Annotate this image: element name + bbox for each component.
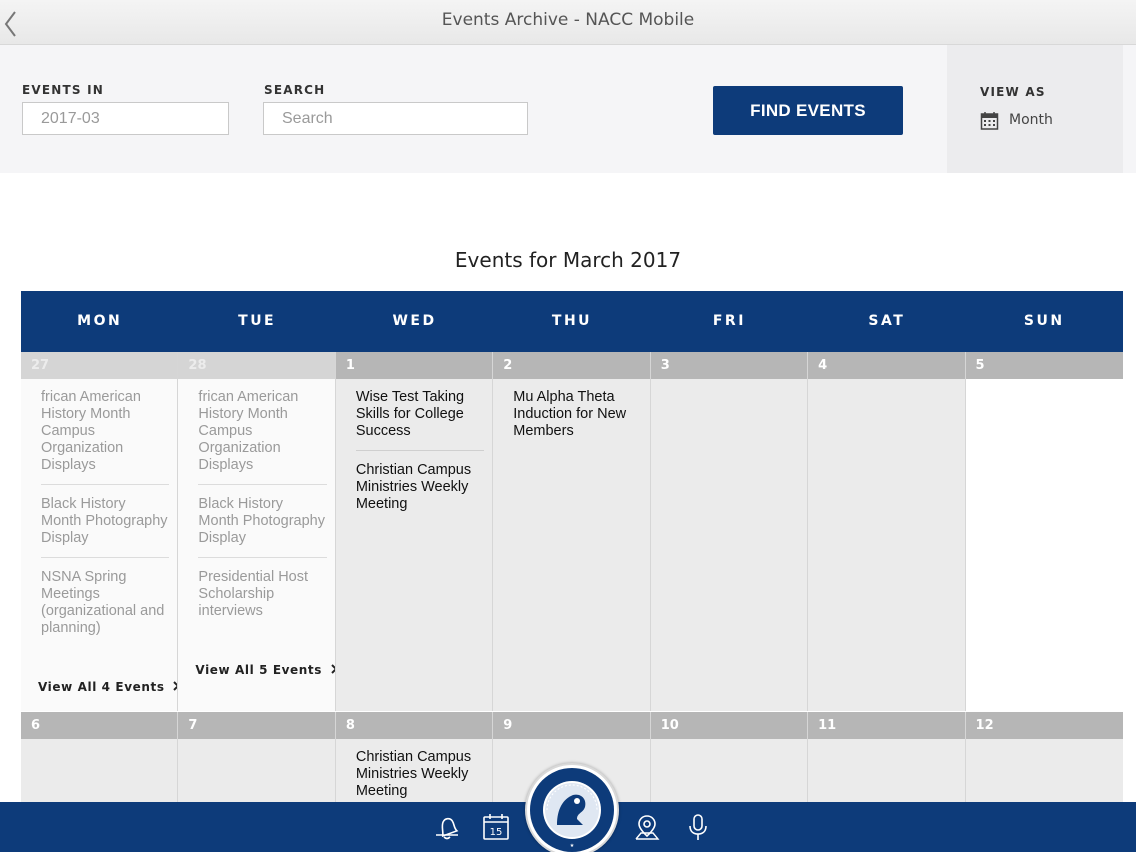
event-item[interactable]: Black History Month Photography Display — [198, 496, 327, 558]
view-all-events-link[interactable]: View All 4 Events — [38, 680, 178, 694]
weekday-mon: MON — [77, 313, 123, 329]
event-item[interactable]: Presidential Host Scholarship interviews — [198, 569, 326, 630]
day-number: 5 — [965, 352, 1123, 379]
svg-text:★: ★ — [570, 843, 575, 849]
day-number: 8 — [335, 712, 493, 739]
day-number: 4 — [808, 352, 965, 379]
view-as-value: Month — [1009, 112, 1053, 128]
view-as-panel: VIEW AS Month — [947, 45, 1123, 173]
event-item[interactable]: frican American History Month Campus Org… — [41, 389, 170, 485]
calendar-day-cell[interactable]: 28 frican American History Month Campus … — [178, 352, 336, 711]
calendar-day-cell[interactable]: 4 — [808, 352, 966, 711]
find-events-button[interactable]: FIND EVENTS — [713, 86, 903, 135]
calendar-day-cell[interactable]: 12 — [965, 712, 1123, 802]
weekday-sat: SAT — [868, 313, 906, 329]
top-navigation-bar: Events Archive - NACC Mobile — [0, 0, 1136, 45]
event-item[interactable]: Wise Test Taking Skills for College Succ… — [355, 389, 485, 451]
event-item[interactable]: Christian Campus Ministries Weekly Meeti… — [356, 462, 484, 523]
event-item[interactable]: Black History Month Photography Display — [41, 496, 170, 558]
calendar-week-1: 27 frican American History Month Campus … — [21, 352, 1123, 711]
event-filter-bar: EVENTS IN 2017-03 SEARCH Search FIND EVE… — [0, 45, 1136, 173]
events-in-date-input[interactable]: 2017-03 — [22, 102, 229, 135]
calendar-day-cell[interactable]: 2 Mu Alpha Theta Induction for New Membe… — [493, 352, 651, 711]
view-all-label: View All 5 Events — [195, 663, 323, 677]
calendar-day-cell[interactable]: 10 — [650, 712, 809, 802]
calendar-day-cell[interactable]: 8 Christian Campus Ministries Weekly Mee… — [335, 712, 494, 802]
day-number: 11 — [808, 712, 965, 739]
event-item[interactable]: frican American History Month Campus Org… — [198, 389, 327, 485]
day-number: 3 — [650, 352, 808, 379]
calendar-month-title: Events for March 2017 — [454, 248, 682, 272]
college-seal-icon: ★ — [530, 768, 614, 852]
bell-icon[interactable] — [432, 812, 462, 842]
event-item[interactable]: Mu Alpha Theta Induction for New Members — [513, 389, 641, 450]
view-all-label: View All 4 Events — [38, 680, 165, 694]
search-label: SEARCH — [264, 83, 326, 97]
calendar-weekday-header: MON TUE WED THU FRI SAT SUN — [21, 291, 1123, 352]
view-as-selector[interactable]: Month — [980, 110, 1053, 130]
map-pin-icon[interactable] — [632, 812, 662, 842]
day-number: 7 — [178, 712, 335, 739]
weekday-wed: WED — [392, 313, 437, 329]
microphone-icon[interactable] — [683, 812, 713, 842]
day-number: 2 — [493, 352, 650, 379]
weekday-fri: FRI — [712, 313, 746, 329]
calendar-15-icon[interactable]: 15 — [481, 812, 511, 842]
page-title: Events Archive - NACC Mobile — [441, 10, 695, 30]
day-number: 12 — [965, 712, 1123, 739]
calendar-day-cell[interactable]: 27 frican American History Month Campus … — [21, 352, 179, 711]
calendar-day-cell[interactable]: 1 Wise Test Taking Skills for College Su… — [335, 352, 494, 711]
view-as-label: VIEW AS — [980, 85, 1046, 99]
calendar-day-label: 15 — [490, 827, 503, 838]
day-number: 6 — [21, 712, 178, 739]
day-number: 9 — [493, 712, 650, 739]
calendar-icon — [980, 111, 999, 130]
calendar-day-cell[interactable]: 3 — [650, 352, 809, 711]
day-number: 10 — [650, 712, 808, 739]
calendar-day-cell[interactable]: 6 — [21, 712, 179, 802]
weekday-tue: TUE — [238, 313, 277, 329]
event-item[interactable]: Christian Campus Ministries Weekly Meeti… — [356, 749, 484, 802]
day-number: 28 — [178, 352, 335, 379]
calendar-day-cell[interactable]: 5 — [965, 352, 1123, 711]
view-all-events-link[interactable]: View All 5 Events — [195, 663, 335, 677]
day-number: 1 — [335, 352, 493, 379]
weekday-thu: THU — [551, 313, 593, 329]
calendar-day-cell[interactable]: 7 — [178, 712, 336, 802]
college-logo[interactable]: ★ — [525, 763, 619, 852]
search-input[interactable]: Search — [263, 102, 528, 135]
event-item[interactable]: NSNA Spring Meetings (organizational and… — [41, 569, 169, 647]
calendar-day-cell[interactable]: 11 — [808, 712, 966, 802]
weekday-sun: SUN — [1023, 313, 1065, 329]
events-in-label: EVENTS IN — [22, 83, 105, 97]
day-number: 27 — [21, 352, 178, 379]
